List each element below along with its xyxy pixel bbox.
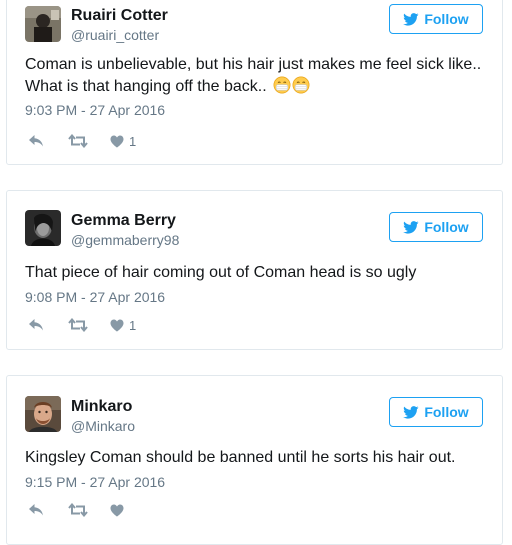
tweet-card: Ruairi Cotter @ruairi_cotter Follow Coma… <box>6 0 503 165</box>
retweet-button[interactable] <box>68 503 110 517</box>
follow-button[interactable]: Follow <box>389 212 483 242</box>
like-count: 1 <box>129 133 137 149</box>
tweet-timestamp[interactable]: 9:03 PM - 27 Apr 2016 <box>25 102 165 118</box>
like-count: 1 <box>129 317 137 333</box>
reply-button[interactable] <box>28 503 68 517</box>
reply-button[interactable] <box>28 134 68 148</box>
follow-label: Follow <box>424 404 469 420</box>
follow-button[interactable]: Follow <box>389 4 483 34</box>
follow-button[interactable]: Follow <box>389 397 483 427</box>
tweet-actions <box>28 501 129 519</box>
follow-label: Follow <box>424 219 469 235</box>
heart-icon <box>110 135 124 148</box>
face-with-medical-mask-icon <box>292 76 310 94</box>
tweet-text: Coman is unbelievable, but his hair just… <box>25 54 484 101</box>
avatar[interactable] <box>25 6 61 42</box>
tweet-actions: 1 <box>28 132 136 150</box>
like-button[interactable]: 1 <box>110 134 136 149</box>
bird-icon <box>403 405 419 419</box>
tweet-card: Gemma Berry @gemmaberry98 Follow That pi… <box>6 190 503 350</box>
user-name[interactable]: Gemma Berry <box>71 212 176 230</box>
heart-icon <box>110 319 124 332</box>
reply-icon <box>28 134 44 148</box>
reply-button[interactable] <box>28 318 68 332</box>
emoji-group <box>273 76 311 101</box>
tweet-timestamp[interactable]: 9:08 PM - 27 Apr 2016 <box>25 289 165 305</box>
tweet-actions: 1 <box>28 316 136 334</box>
retweet-button[interactable] <box>68 318 110 332</box>
follow-label: Follow <box>424 11 469 27</box>
like-button[interactable]: 1 <box>110 318 136 333</box>
retweet-icon <box>68 134 88 148</box>
retweet-button[interactable] <box>68 134 110 148</box>
heart-icon <box>110 504 124 517</box>
reply-icon <box>28 503 44 517</box>
avatar[interactable] <box>25 396 61 432</box>
bird-icon <box>403 220 419 234</box>
tweet-timestamp[interactable]: 9:15 PM - 27 Apr 2016 <box>25 474 165 490</box>
user-handle[interactable]: @ruairi_cotter <box>71 27 159 43</box>
like-button[interactable] <box>110 504 129 517</box>
retweet-icon <box>68 318 88 332</box>
tweet-text-content: Coman is unbelievable, but his hair just… <box>25 56 482 95</box>
retweet-icon <box>68 503 88 517</box>
tweet-text: That piece of hair coming out of Coman h… <box>25 264 417 281</box>
avatar[interactable] <box>25 210 61 246</box>
tweet-card: Minkaro @Minkaro Follow Kingsley Coman s… <box>6 375 503 545</box>
user-handle[interactable]: @gemmaberry98 <box>71 232 179 248</box>
tweet-text: Kingsley Coman should be banned until he… <box>25 449 456 466</box>
user-handle[interactable]: @Minkaro <box>71 418 135 434</box>
bird-icon <box>403 12 419 26</box>
reply-icon <box>28 318 44 332</box>
face-with-medical-mask-icon <box>273 76 291 94</box>
user-name[interactable]: Ruairi Cotter <box>71 7 168 25</box>
user-name[interactable]: Minkaro <box>71 398 132 416</box>
